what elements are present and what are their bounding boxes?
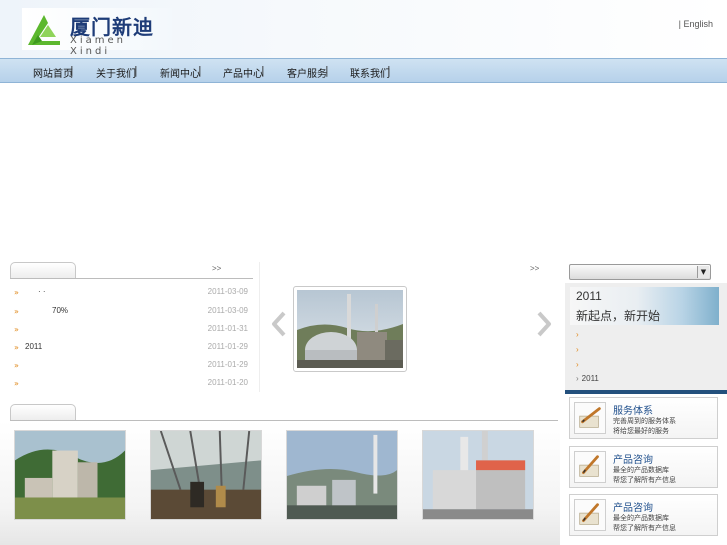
workshop-interior-photo — [151, 431, 261, 519]
nav-separator: | — [325, 64, 329, 77]
sidebar-news-banner[interactable]: 2011 新起点，新开始 — [570, 287, 719, 325]
factory-hillside-photo — [15, 431, 125, 519]
nav-item-about[interactable]: 关于我们 — [96, 65, 136, 80]
logo-mark-icon — [28, 15, 60, 45]
main-nav: 网站首页 | 关于我们 | 新闻中心 | 产品中心 | 客户服务 | 联系我们 … — [0, 58, 727, 83]
bullet-icon: » — [14, 379, 19, 388]
service-system-card[interactable]: 服务体系 完善周到的服务体系 将给您最好的服务 — [569, 397, 718, 439]
banner-year: 2011 — [576, 289, 602, 303]
service-desc-1: 最全的产品数据库 — [613, 514, 669, 522]
list-item[interactable]: » 2011-01-31 — [14, 323, 250, 337]
news-item-title[interactable]: 2011 — [25, 342, 42, 351]
bullet-icon: » — [14, 288, 19, 297]
product-consult-card-2[interactable]: 产品咨询 最全的产品数据库 帮您了解所有产信息 — [569, 494, 718, 536]
list-item[interactable]: » 2011-01-29 — [14, 359, 250, 373]
news-item-date: 2011-01-29 — [207, 342, 248, 351]
bullet-icon: » — [14, 361, 19, 370]
nav-separator: | — [261, 64, 265, 77]
service-desc-1: 完善周到的服务体系 — [613, 417, 676, 425]
service-title: 产品咨询 — [613, 503, 653, 514]
product-thumbnail[interactable] — [14, 430, 126, 520]
product-thumbnail[interactable] — [286, 430, 398, 520]
arrow-right-icon: › — [576, 330, 579, 339]
logo-english-name: Xiamen Xindi — [70, 35, 126, 57]
carousel-photo[interactable] — [293, 286, 407, 372]
service-title: 产品咨询 — [613, 455, 653, 466]
sidebar-news-item[interactable]: › 2011 — [576, 374, 599, 383]
product-thumbnail[interactable] — [422, 430, 534, 520]
pen-paper-icon — [574, 402, 606, 434]
sidebar-news-item[interactable]: › — [576, 345, 582, 354]
nav-item-contact[interactable]: 联系我们 — [350, 65, 390, 80]
site-header: 厦门新迪 Xiamen Xindi | English — [0, 0, 727, 58]
carousel-more-link[interactable]: >> — [530, 264, 539, 273]
service-desc-2: 将给您最好的服务 — [613, 427, 669, 435]
banner-slogan: 新起点，新开始 — [576, 309, 661, 323]
english-link[interactable]: | English — [679, 19, 713, 29]
chevron-left-icon[interactable] — [270, 311, 288, 337]
news-item-title[interactable]: 70% — [52, 306, 68, 315]
news-item-title[interactable]: · · — [38, 287, 46, 296]
site-logo[interactable]: 厦门新迪 Xiamen Xindi — [22, 8, 172, 57]
hero-banner — [0, 84, 727, 254]
nav-item-news[interactable]: 新闻中心 — [160, 65, 200, 80]
nav-item-service[interactable]: 客户服务 — [287, 65, 327, 80]
plant-structure-photo — [423, 431, 533, 519]
service-desc-2: 帮您了解所有产信息 — [613, 476, 676, 484]
nav-item-products[interactable]: 产品中心 — [223, 65, 263, 80]
chevron-right-icon[interactable] — [535, 311, 553, 337]
power-plant-photo — [297, 290, 403, 368]
products-tab[interactable] — [10, 404, 76, 420]
category-select[interactable]: ▼ — [569, 264, 711, 280]
nav-separator: | — [387, 64, 391, 77]
sidebar-divider — [565, 390, 727, 394]
nav-separator: | — [70, 64, 74, 77]
sidebar-news-item[interactable]: › — [576, 360, 582, 369]
list-item[interactable]: » 70% 2011-03-09 — [14, 305, 250, 319]
news-tab-rule — [10, 278, 253, 279]
bullet-icon: » — [14, 343, 19, 352]
column-divider — [259, 262, 260, 392]
news-item-date: 2011-01-20 — [207, 378, 248, 387]
product-thumbnail[interactable] — [150, 430, 262, 520]
news-item-date: 2011-03-09 — [207, 306, 248, 315]
sidebar-news-item[interactable]: › — [576, 330, 582, 339]
news-item-date: 2011-03-09 — [207, 287, 248, 296]
list-item[interactable]: » · · 2011-03-09 — [14, 286, 250, 300]
pen-paper-icon — [574, 499, 606, 531]
product-consult-card[interactable]: 产品咨询 最全的产品数据库 帮您了解所有产信息 — [569, 446, 718, 488]
arrow-right-icon: › — [576, 360, 579, 369]
pen-paper-icon — [574, 451, 606, 483]
service-desc-1: 最全的产品数据库 — [613, 466, 669, 474]
products-tab-rule — [10, 420, 558, 421]
news-more-link[interactable]: >> — [212, 264, 221, 273]
bullet-icon: » — [14, 325, 19, 334]
service-title: 服务体系 — [613, 406, 653, 417]
nav-item-home[interactable]: 网站首页 — [33, 65, 73, 80]
list-item[interactable]: » 2011 2011-01-29 — [14, 341, 250, 355]
caret-down-icon[interactable]: ▼ — [697, 266, 709, 278]
list-item[interactable]: » 2011-01-20 — [14, 377, 250, 391]
arrow-right-icon: › — [576, 345, 579, 354]
nav-separator: | — [198, 64, 202, 77]
industrial-skyline-photo — [287, 431, 397, 519]
news-item-date: 2011-01-29 — [207, 360, 248, 369]
bullet-icon: » — [14, 307, 19, 316]
nav-separator: | — [134, 64, 138, 77]
service-desc-2: 帮您了解所有产信息 — [613, 524, 676, 532]
news-tab[interactable] — [10, 262, 76, 278]
arrow-right-icon: › — [576, 374, 579, 383]
news-item-date: 2011-01-31 — [207, 324, 248, 333]
